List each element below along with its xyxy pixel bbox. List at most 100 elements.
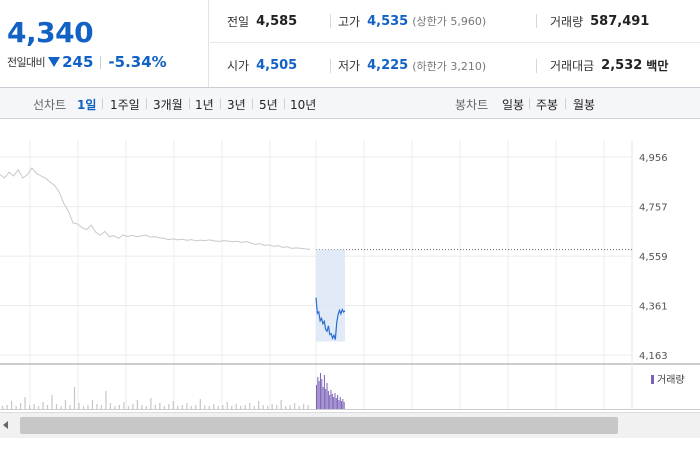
volume-bar-previous (19, 403, 22, 409)
volume-bar-previous (154, 405, 156, 409)
volume-bar-previous (249, 403, 251, 409)
volume-bar-today (327, 391, 329, 409)
scroll-thumb[interactable] (20, 417, 618, 434)
volume-bar-previous (15, 406, 17, 409)
change-value: 245 (62, 53, 94, 71)
stat-prev-close: 전일 4,585 (227, 13, 297, 30)
volume-bar-previous (294, 403, 296, 409)
volume-bar-today (322, 387, 324, 409)
tab-candle-weekly[interactable]: 주봉 (536, 96, 558, 113)
volume-bar-previous (55, 404, 58, 409)
change-rate: -5.34% (108, 53, 167, 71)
volume-bar-previous (159, 403, 161, 409)
volume-bar-today (325, 389, 327, 409)
volume-bar-previous (51, 395, 53, 409)
volume-bar-previous (262, 405, 264, 409)
tab-period-5y[interactable]: 5년 (259, 96, 278, 113)
volume-bar-previous (181, 405, 183, 409)
stat-value: 4,225 (367, 58, 409, 73)
volume-bar-previous (69, 405, 71, 409)
volume-bar-previous (172, 401, 174, 409)
volume-bar-today (319, 373, 321, 409)
volume-bar-today (341, 401, 343, 409)
tab-candle-monthly[interactable]: 월봉 (573, 96, 595, 113)
stat-unit: 백만 (646, 59, 669, 73)
volume-bar-today (335, 398, 337, 409)
y-tick-label: 4,163 (639, 351, 668, 362)
volume-bar-previous (24, 397, 26, 409)
tab-period-1d[interactable]: 1일 (77, 96, 96, 113)
volume-bar-today (338, 400, 340, 409)
volume-bar-previous (276, 405, 278, 409)
volume-legend-swatch (651, 375, 654, 384)
previous-day-price-line (0, 167, 311, 250)
volume-bar-previous (118, 405, 121, 409)
volume-bar-previous (195, 405, 197, 409)
volume-bar-previous (213, 404, 215, 409)
tab-candle-daily[interactable]: 일봉 (502, 96, 524, 113)
volume-bar-previous (226, 402, 228, 409)
volume-bar-today (317, 377, 319, 409)
stat-label: 거래량 (550, 14, 584, 29)
volume-bar-previous (289, 405, 291, 409)
volume-bar-today (337, 395, 339, 409)
volume-bar-previous (132, 404, 134, 409)
tab-period-3m[interactable]: 3개월 (153, 96, 183, 113)
volume-bar-previous (136, 400, 138, 409)
volume-bar-previous (145, 406, 147, 409)
volume-bar-previous (204, 405, 206, 409)
stat-volume: 거래량 587,491 (550, 13, 649, 30)
volume-bar-today (318, 381, 320, 409)
volume-bar-previous (10, 401, 13, 409)
tab-period-1y[interactable]: 1년 (195, 96, 214, 113)
volume-bar-previous (307, 405, 309, 409)
volume-bar-today (321, 379, 323, 409)
volume-bar-previous (150, 398, 152, 409)
volume-bar-previous (285, 406, 287, 409)
divider (536, 58, 537, 73)
change-row: 전일대비 245 -5.34% (7, 53, 167, 71)
volume-bar-previous (303, 404, 305, 409)
y-tick-label: 4,757 (639, 203, 668, 214)
stat-sub: (하한가 3,210) (412, 59, 487, 73)
stat-label: 고가 (338, 14, 361, 29)
volume-bar-previous (37, 406, 40, 409)
price-chart[interactable]: 4,956 4,757 4,559 4,361 4,163 거래량 (0, 120, 700, 410)
volume-bar-previous (177, 406, 179, 409)
tab-period-1w[interactable]: 1주일 (110, 96, 140, 113)
volume-bar-today (343, 402, 345, 409)
volume-bar-previous (267, 406, 269, 409)
y-tick-label: 4,361 (639, 302, 668, 313)
volume-bar-previous (253, 406, 255, 409)
stat-open: 시가 4,505 (227, 57, 297, 74)
volume-bar-previous (105, 391, 107, 409)
volume-bar-previous (78, 403, 80, 409)
volume-bar-previous (222, 405, 224, 409)
current-price: 4,340 (7, 16, 94, 49)
volume-bar-previous (91, 400, 94, 409)
stat-label: 전일 (227, 14, 250, 29)
divider (529, 98, 530, 109)
scroll-left-arrow-icon[interactable] (3, 421, 8, 429)
volume-bar-previous (244, 405, 246, 409)
volume-bar-today (342, 399, 344, 409)
volume-bar-previous (271, 404, 273, 409)
volume-bar-previous (100, 405, 103, 409)
down-triangle-icon (48, 57, 61, 67)
divider (102, 98, 103, 109)
stat-label: 거래대금 (550, 59, 595, 73)
volume-bar-previous (109, 403, 112, 409)
stat-value: 4,535 (367, 13, 409, 29)
today-range-shade (316, 249, 345, 342)
chart-toolbar: 선차트 1일 1주일 3개월 1년 3년 5년 10년 봉차트 일봉 주봉 월봉 (0, 88, 700, 119)
chart-scrollbar[interactable] (0, 412, 700, 438)
price-chart-svg: 4,956 4,757 4,559 4,361 4,163 거래량 (0, 140, 700, 410)
tab-period-10y[interactable]: 10년 (290, 96, 316, 113)
volume-bar-today (326, 383, 328, 409)
volume-bar-today (316, 385, 317, 409)
volume-bar-previous (87, 405, 89, 409)
volume-bar-previous (186, 403, 188, 409)
tab-period-3y[interactable]: 3년 (227, 96, 246, 113)
volume-bar-previous (42, 402, 44, 409)
divider (565, 98, 566, 109)
